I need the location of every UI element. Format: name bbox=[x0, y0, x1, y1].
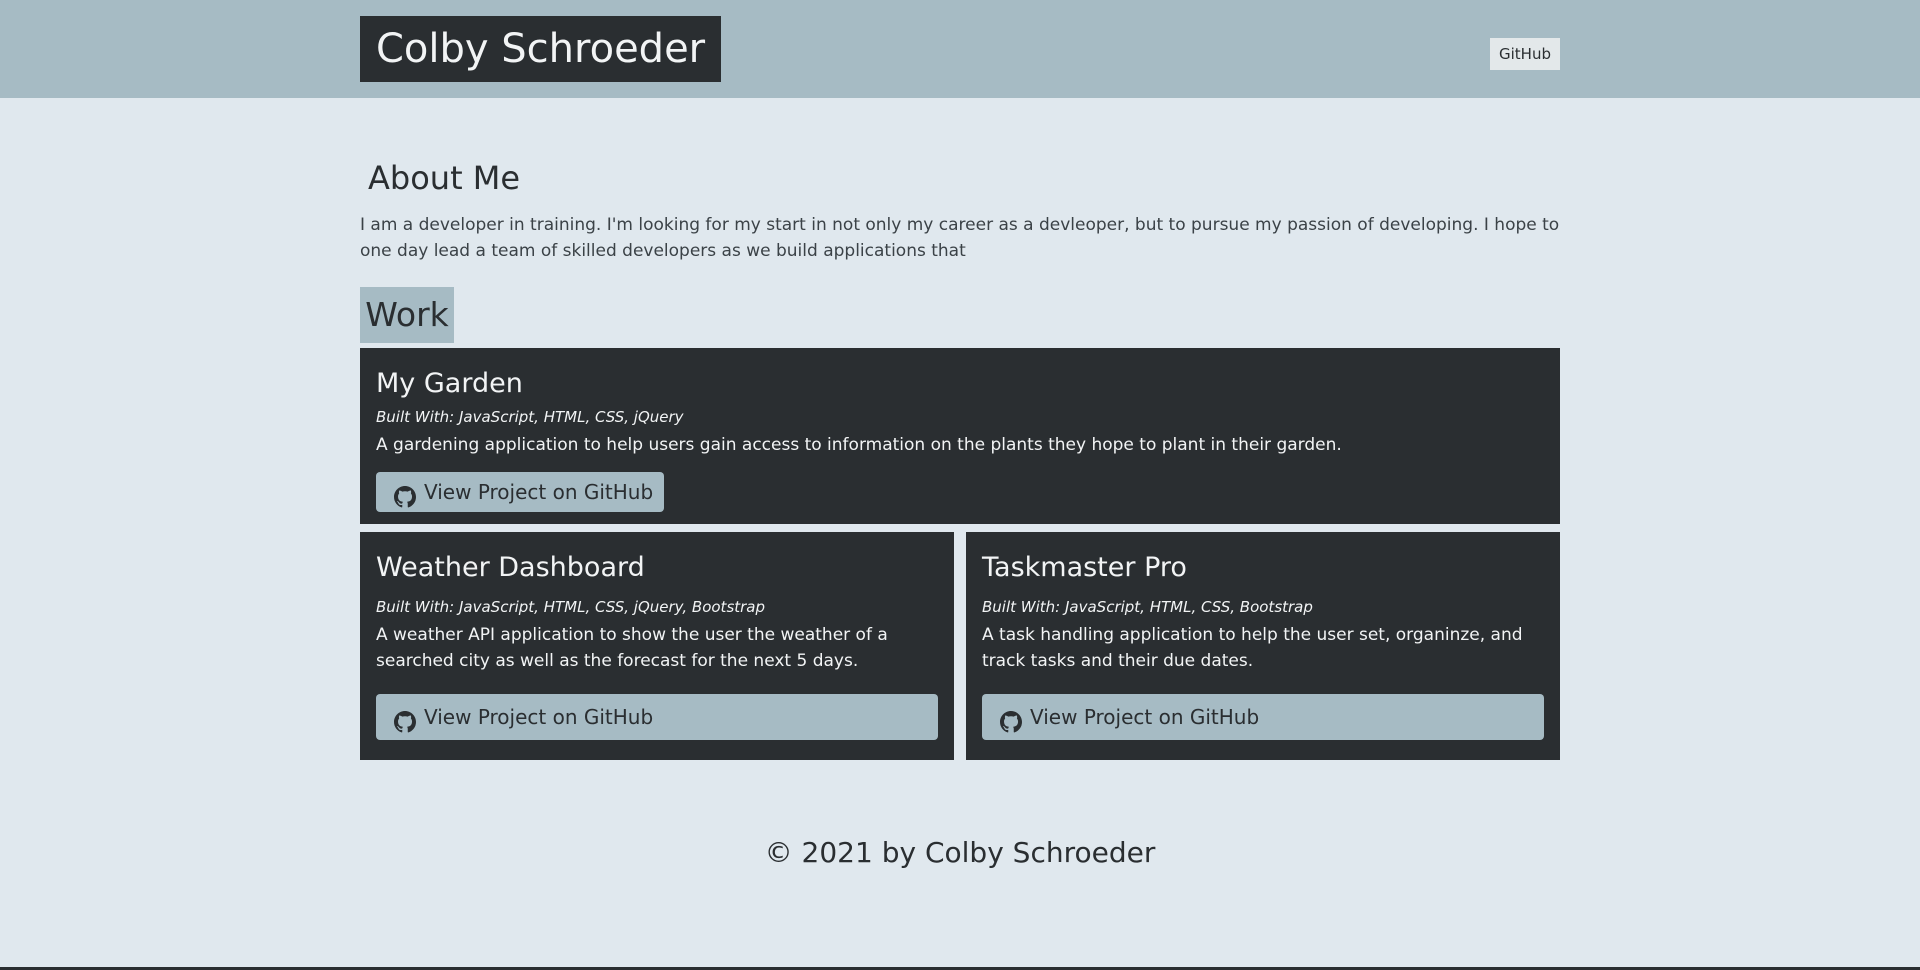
project-tech: Built With: JavaScript, HTML, CSS, jQuer… bbox=[376, 408, 684, 426]
project-card-taskmaster-pro: Taskmaster Pro Built With: JavaScript, H… bbox=[966, 532, 1560, 760]
project-card-weather-dashboard: Weather Dashboard Built With: JavaScript… bbox=[360, 532, 954, 760]
view-project-button[interactable]: View Project on GitHub bbox=[376, 472, 664, 512]
project-tech: Built With: JavaScript, HTML, CSS, Boots… bbox=[982, 598, 1313, 616]
about-heading: About Me bbox=[368, 159, 521, 197]
work-heading: Work bbox=[360, 287, 454, 343]
project-description: A weather API application to show the us… bbox=[376, 625, 888, 671]
project-card-my-garden: My Garden Built With: JavaScript, HTML, … bbox=[360, 348, 1560, 524]
github-icon bbox=[394, 481, 416, 508]
site-title: Colby Schroeder bbox=[360, 16, 722, 82]
project-tech: Built With: JavaScript, HTML, CSS, jQuer… bbox=[376, 598, 766, 616]
site-header: Colby Schroeder GitHub bbox=[0, 0, 1920, 98]
nav-github-link[interactable]: GitHub bbox=[1490, 38, 1560, 70]
view-project-label: View Project on GitHub bbox=[1030, 705, 1260, 729]
view-project-label: View Project on GitHub bbox=[424, 705, 654, 729]
view-project-label: View Project on GitHub bbox=[424, 480, 654, 504]
project-description: A gardening application to help users ga… bbox=[376, 435, 1342, 455]
github-icon bbox=[1000, 706, 1022, 733]
project-title: Taskmaster Pro bbox=[982, 552, 1187, 583]
view-project-button[interactable]: View Project on GitHub bbox=[982, 694, 1544, 740]
project-title: My Garden bbox=[376, 368, 523, 399]
about-paragraph: I am a developer in training. I'm lookin… bbox=[360, 215, 1560, 261]
view-project-button[interactable]: View Project on GitHub bbox=[376, 694, 938, 740]
project-description: A task handling application to help the … bbox=[982, 625, 1523, 671]
github-icon bbox=[394, 706, 416, 733]
project-title: Weather Dashboard bbox=[376, 552, 645, 583]
footer-copyright: © 2021 by Colby Schroeder bbox=[764, 836, 1156, 869]
